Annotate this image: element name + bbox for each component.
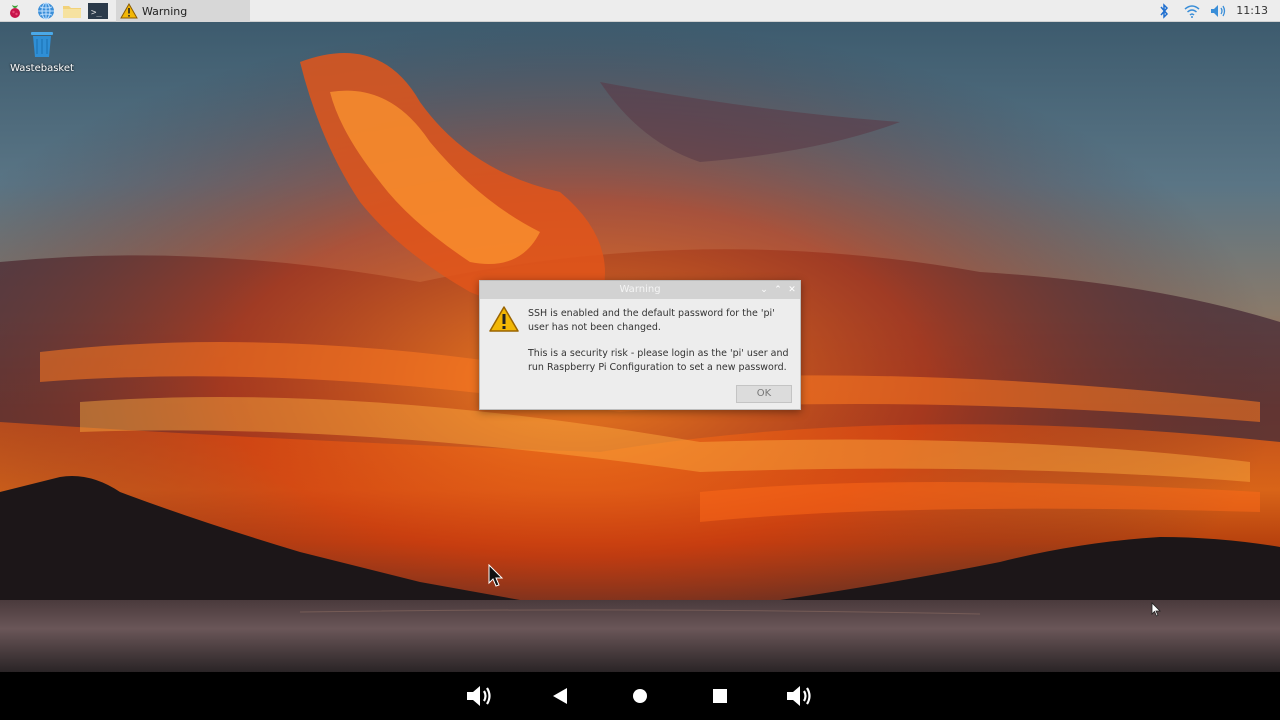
taskbar-window-label: Warning — [142, 4, 188, 18]
browser-icon[interactable] — [35, 1, 57, 21]
warning-dialog: Warning ⌄ ⌃ ✕ SSH is enabled and the def… — [479, 280, 801, 410]
terminal-icon[interactable]: >_ — [87, 1, 109, 21]
top-panel: >_ Warning 11:13 — [0, 0, 1280, 22]
mouse-cursor-icon — [488, 564, 504, 587]
navigation-bar — [0, 672, 1280, 720]
taskbar-window-warning[interactable]: Warning — [116, 0, 250, 22]
dialog-message-line2: This is a security risk - please login a… — [528, 348, 789, 373]
trash-icon — [31, 32, 53, 57]
close-icon[interactable]: ✕ — [786, 284, 798, 296]
maximize-icon[interactable]: ⌃ — [772, 284, 784, 296]
dialog-titlebar[interactable]: Warning ⌄ ⌃ ✕ — [480, 281, 800, 299]
clock[interactable]: 11:13 — [1236, 0, 1268, 22]
warning-icon — [120, 3, 138, 19]
recent-apps-icon[interactable] — [702, 680, 738, 712]
minimize-icon[interactable]: ⌄ — [758, 284, 770, 296]
wifi-icon[interactable] — [1182, 2, 1202, 20]
bluetooth-icon[interactable] — [1156, 2, 1172, 20]
ok-button[interactable]: OK — [736, 385, 792, 403]
wastebasket-label: Wastebasket — [10, 63, 74, 74]
volume-down-icon[interactable] — [462, 680, 498, 712]
back-icon[interactable] — [542, 680, 578, 712]
file-manager-icon[interactable] — [61, 1, 83, 21]
svg-text:>_: >_ — [91, 8, 102, 18]
home-icon[interactable] — [622, 680, 658, 712]
wastebasket-desktop-icon[interactable]: Wastebasket — [8, 30, 76, 74]
volume-up-icon[interactable] — [782, 680, 818, 712]
volume-icon[interactable] — [1208, 2, 1230, 20]
raspberry-menu-icon[interactable] — [4, 1, 26, 21]
dialog-message-line1: SSH is enabled and the default password … — [528, 308, 775, 333]
dialog-message: SSH is enabled and the default password … — [528, 307, 798, 387]
warning-icon — [488, 305, 520, 337]
dialog-title: Warning — [619, 284, 661, 295]
secondary-cursor-icon — [1151, 602, 1161, 617]
